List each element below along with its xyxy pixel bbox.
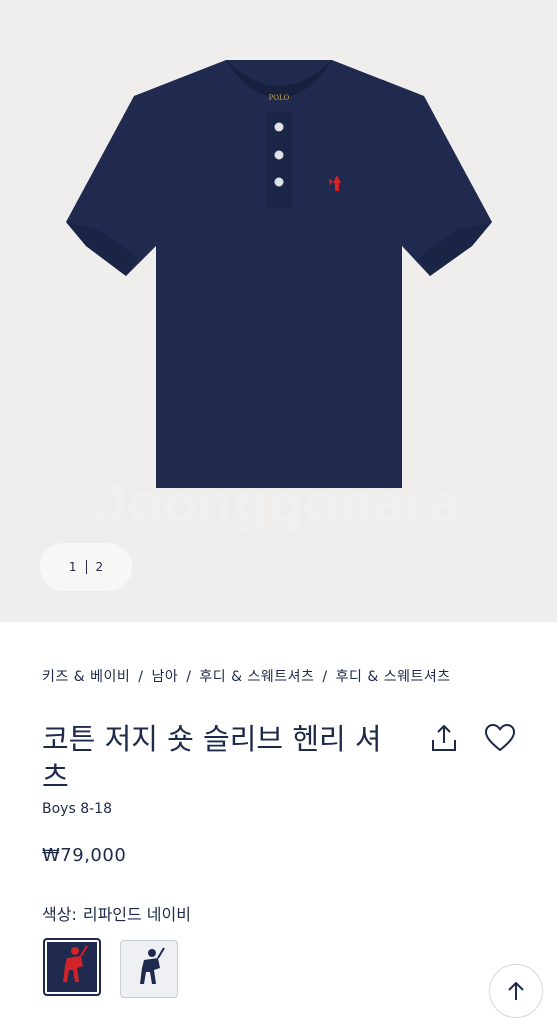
- pony-logo-icon: [63, 945, 88, 982]
- pager-divider: [85, 560, 87, 574]
- watermark: Joonggonara: [95, 471, 462, 534]
- pony-logo-icon: [140, 947, 165, 984]
- color-swatch-white[interactable]: [120, 940, 178, 998]
- arrow-up-icon: [508, 982, 524, 1000]
- product-subtitle: Boys 8-18: [42, 801, 112, 817]
- image-pager[interactable]: 1 2: [40, 543, 132, 591]
- breadcrumb-separator: /: [138, 669, 144, 685]
- color-label: 색상:: [42, 905, 77, 924]
- breadcrumb-item[interactable]: 후디 & 스웨트셔츠: [336, 669, 451, 685]
- back-to-top-button[interactable]: [489, 964, 543, 1018]
- wishlist-button[interactable]: [482, 720, 518, 756]
- breadcrumb-item[interactable]: 남아: [151, 669, 178, 685]
- breadcrumb-item[interactable]: 후디 & 스웨트셔츠: [199, 669, 314, 685]
- breadcrumb-item[interactable]: 키즈 & 베이비: [42, 669, 130, 685]
- breadcrumb-separator: /: [186, 669, 192, 685]
- heart-icon: [485, 724, 515, 751]
- breadcrumb-separator: /: [322, 669, 328, 685]
- share-button[interactable]: [426, 720, 462, 756]
- share-icon: [432, 725, 456, 751]
- product-title: 코튼 저지 숏 슬리브 헨리 셔츠: [42, 722, 382, 794]
- color-value: 리파인드 네이비: [82, 905, 191, 924]
- product-price: ₩79,000: [42, 845, 127, 866]
- pager-total: 2: [95, 560, 104, 574]
- color-swatch-navy[interactable]: [43, 938, 101, 996]
- svg-text:POLO: POLO: [269, 94, 290, 102]
- color-label-row: 색상: 리파인드 네이비: [42, 901, 191, 925]
- product-image-carousel[interactable]: POLO Joonggonara 1 2: [0, 0, 557, 622]
- pager-current: 1: [68, 560, 77, 574]
- breadcrumb: 키즈 & 베이비 / 남아 / 후디 & 스웨트셔츠 / 후디 & 스웨트셔츠: [42, 667, 522, 687]
